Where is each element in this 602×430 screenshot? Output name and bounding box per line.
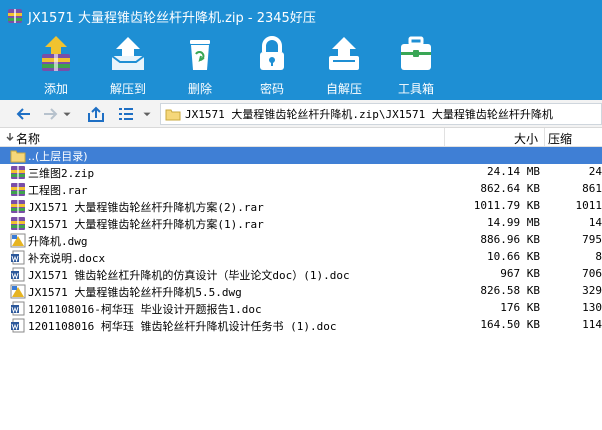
back-button[interactable] bbox=[12, 102, 36, 126]
chevron-down-icon bbox=[143, 112, 151, 117]
file-name: 三维图2.zip bbox=[28, 167, 95, 180]
file-packed-size: 8 bbox=[595, 250, 602, 263]
file-name: 1201108016-柯华珏 毕业设计开题报告1.doc bbox=[28, 303, 262, 316]
file-list: ..(上层目录) 三维图2.zip 24.14 MB 24 工程图.rar 86… bbox=[0, 147, 602, 430]
history-dropdown-button[interactable] bbox=[60, 102, 74, 126]
file-packed-size: 130 bbox=[582, 301, 602, 314]
list-item-parent-dir[interactable]: ..(上层目录) bbox=[0, 147, 602, 164]
chevron-down-icon bbox=[63, 112, 71, 117]
list-item[interactable]: 工程图.rar 862.64 KB 861 bbox=[0, 181, 602, 198]
view-dropdown-button[interactable] bbox=[140, 102, 154, 126]
column-divider[interactable] bbox=[444, 128, 445, 147]
self-extract-label: 自解压 bbox=[325, 82, 362, 96]
file-packed-size: 24 bbox=[588, 165, 602, 178]
address-bar: JX1571 大量程锥齿轮丝杆升降机.zip\JX1571 大量程锥齿轮丝杆升降… bbox=[0, 100, 602, 128]
list-item[interactable]: JX1571 大量程锥齿轮丝杆升降机方案(1).rar 14.99 MB 14 bbox=[0, 215, 602, 232]
file-size: 164.50 KB bbox=[480, 318, 540, 331]
title-bar: JX1571 大量程锥齿轮丝杆升降机.zip - 2345好压 bbox=[0, 0, 602, 32]
file-packed-size: 1011 bbox=[575, 199, 602, 212]
list-item[interactable]: JX1571 大量程锥齿轮丝杆升降机5.5.dwg 826.58 KB 329 bbox=[0, 283, 602, 300]
archive-file-icon bbox=[11, 183, 25, 196]
haozip-app-icon bbox=[8, 9, 22, 23]
address-input[interactable]: JX1571 大量程锥齿轮丝杆升降机.zip\JX1571 大量程锥齿轮丝杆升降… bbox=[160, 103, 602, 125]
list-item[interactable]: JX1571 大量程锥齿轮丝杆升降机方案(2).rar 1011.79 KB 1… bbox=[0, 198, 602, 215]
column-name[interactable]: 名称 bbox=[16, 130, 40, 147]
file-packed-size: 706 bbox=[582, 267, 602, 280]
file-name: 工程图.rar bbox=[28, 184, 88, 197]
toolbox-label: 工具箱 bbox=[397, 82, 434, 96]
self-extract-icon bbox=[329, 37, 359, 70]
file-packed-size: 114 bbox=[582, 318, 602, 331]
window-title: JX1571 大量程锥齿轮丝杆升降机.zip - 2345好压 bbox=[28, 10, 316, 26]
column-divider[interactable] bbox=[544, 128, 545, 147]
extract-to-button[interactable]: 解压到 bbox=[92, 32, 164, 100]
column-packed-size[interactable]: 压缩 bbox=[548, 130, 572, 147]
file-name: 补充说明.docx bbox=[28, 252, 106, 265]
self-extract-button[interactable]: 自解压 bbox=[308, 32, 380, 100]
word-doc-icon bbox=[11, 267, 25, 282]
file-size: 10.66 KB bbox=[487, 250, 540, 263]
file-name: JX1571 锥齿轮丝杠升降机的仿真设计（毕业论文doc）(1).doc bbox=[28, 269, 350, 282]
delete-button[interactable]: 删除 bbox=[164, 32, 236, 100]
add-button[interactable]: 添加 bbox=[20, 32, 92, 100]
up-folder-button[interactable] bbox=[84, 102, 108, 126]
file-size: 1011.79 KB bbox=[473, 199, 540, 212]
add-label: 添加 bbox=[43, 82, 68, 96]
list-item[interactable]: 1201108016 柯华珏 锥齿轮丝杆升降机设计任务书 (1).doc 164… bbox=[0, 317, 602, 334]
file-name: JX1571 大量程锥齿轮丝杆升降机方案(1).rar bbox=[28, 218, 264, 231]
view-mode-button[interactable] bbox=[114, 102, 138, 126]
file-size: 826.58 KB bbox=[480, 284, 540, 297]
column-header: 名称 大小 压缩 bbox=[0, 128, 602, 147]
archive-file-icon bbox=[11, 200, 25, 213]
file-name: ..(上层目录) bbox=[28, 150, 88, 163]
extract-icon bbox=[111, 37, 145, 70]
word-doc-icon bbox=[11, 318, 25, 333]
file-size: 886.96 KB bbox=[480, 233, 540, 246]
toolbox-icon bbox=[401, 36, 431, 70]
add-archive-icon bbox=[42, 36, 70, 71]
folder-up-icon bbox=[88, 106, 104, 122]
dwg-file-icon bbox=[10, 284, 26, 299]
delete-icon bbox=[190, 40, 210, 70]
folder-icon bbox=[165, 109, 181, 121]
file-packed-size: 329 bbox=[582, 284, 602, 297]
word-doc-icon bbox=[11, 250, 25, 265]
file-size: 14.99 MB bbox=[487, 216, 540, 229]
arrow-left-icon bbox=[16, 108, 30, 120]
list-view-icon bbox=[119, 108, 133, 120]
file-size: 24.14 MB bbox=[487, 165, 540, 178]
file-size: 967 KB bbox=[500, 267, 540, 280]
address-path: JX1571 大量程锥齿轮丝杆升降机.zip\JX1571 大量程锥齿轮丝杆升降… bbox=[185, 108, 553, 121]
file-name: 升降机.dwg bbox=[28, 235, 88, 248]
arrow-right-icon bbox=[44, 108, 58, 120]
archive-file-icon bbox=[11, 166, 25, 179]
file-size: 176 KB bbox=[500, 301, 540, 314]
file-name: JX1571 大量程锥齿轮丝杆升降机方案(2).rar bbox=[28, 201, 264, 214]
sort-arrow-icon bbox=[6, 133, 14, 141]
toolbox-button[interactable]: 工具箱 bbox=[380, 32, 452, 100]
list-item[interactable]: 升降机.dwg 886.96 KB 795 bbox=[0, 232, 602, 249]
password-lock-icon bbox=[260, 36, 284, 70]
word-doc-icon bbox=[11, 301, 25, 316]
password-label: 密码 bbox=[259, 82, 284, 96]
file-packed-size: 14 bbox=[588, 216, 602, 229]
file-packed-size: 795 bbox=[582, 233, 602, 246]
folder-icon bbox=[10, 150, 26, 163]
password-button[interactable]: 密码 bbox=[236, 32, 308, 100]
extract-to-label: 解压到 bbox=[109, 82, 146, 96]
list-item[interactable]: 补充说明.docx 10.66 KB 8 bbox=[0, 249, 602, 266]
file-packed-size: 861 bbox=[582, 182, 602, 195]
column-size[interactable]: 大小 bbox=[446, 130, 542, 147]
list-item[interactable]: 1201108016-柯华珏 毕业设计开题报告1.doc 176 KB 130 bbox=[0, 300, 602, 317]
forward-button[interactable] bbox=[38, 102, 62, 126]
dwg-file-icon bbox=[10, 233, 26, 248]
delete-label: 删除 bbox=[187, 82, 212, 96]
main-toolbar: 添加 解压到 删除 密码 自解压 工具箱 bbox=[0, 32, 602, 100]
file-name: 1201108016 柯华珏 锥齿轮丝杆升降机设计任务书 (1).doc bbox=[28, 320, 337, 333]
archive-file-icon bbox=[11, 217, 25, 230]
file-name: JX1571 大量程锥齿轮丝杆升降机5.5.dwg bbox=[28, 286, 242, 299]
list-item[interactable]: JX1571 锥齿轮丝杠升降机的仿真设计（毕业论文doc）(1).doc 967… bbox=[0, 266, 602, 283]
list-item[interactable]: 三维图2.zip 24.14 MB 24 bbox=[0, 164, 602, 181]
file-size: 862.64 KB bbox=[480, 182, 540, 195]
